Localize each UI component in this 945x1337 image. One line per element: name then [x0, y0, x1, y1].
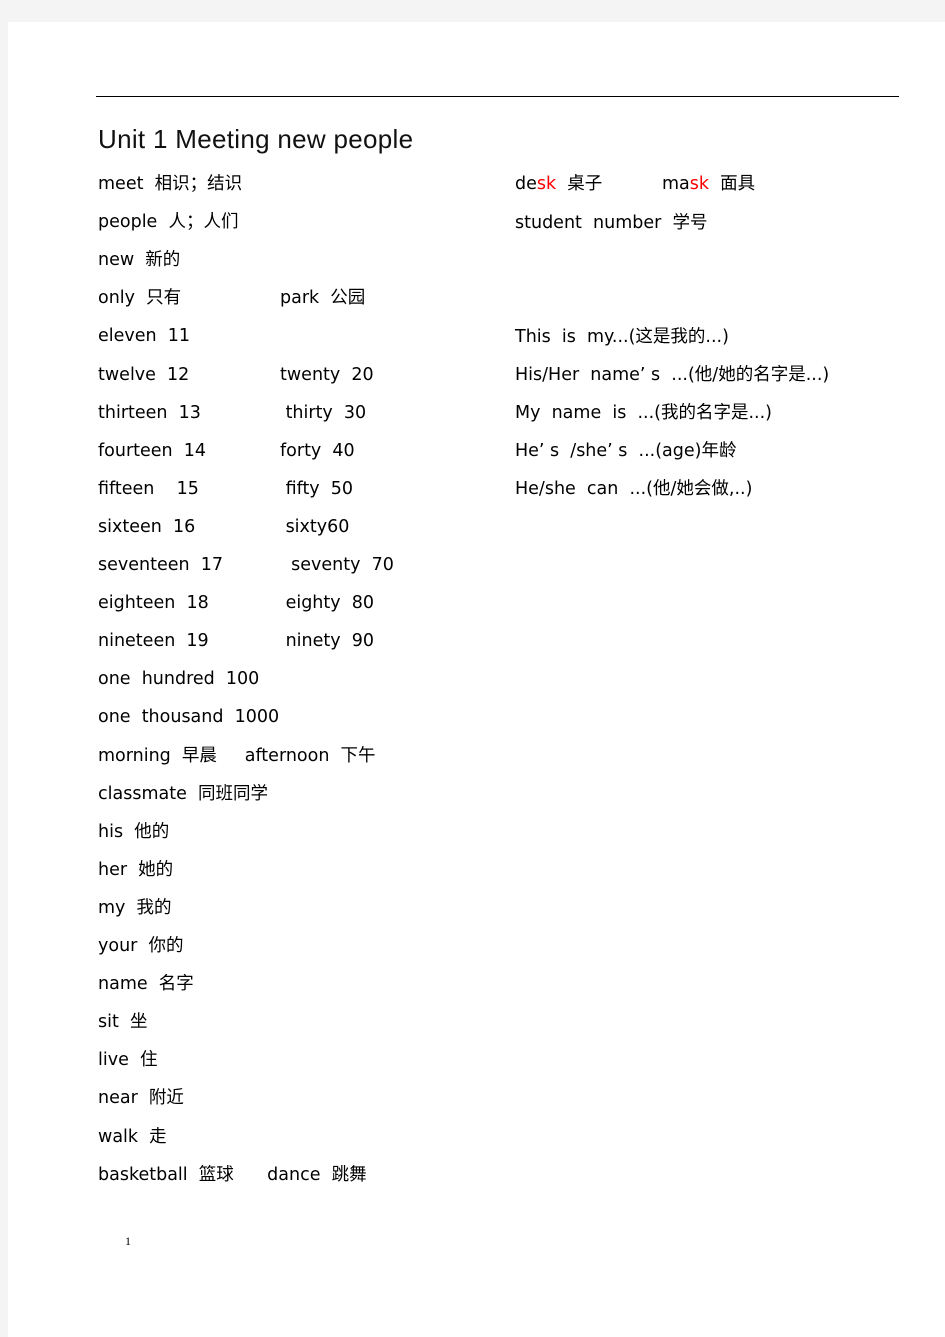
- vocab-item: seventeen 17: [98, 555, 223, 575]
- vocab-item: new 新的: [98, 250, 181, 271]
- vocab-item: your 你的: [98, 936, 184, 956]
- vocab-item: eleven 11: [98, 326, 191, 347]
- desk-highlight: sk: [536, 174, 557, 194]
- mask-prefix: ma: [662, 174, 690, 194]
- vocab-item: my 我的: [98, 897, 172, 918]
- vocab-item: nineteen 19: [98, 631, 209, 652]
- vocab-item: fifteen 15: [98, 478, 199, 499]
- phrase-item: He’ s /she’ s ...(age)年龄: [515, 441, 737, 462]
- vocab-item-secondary: sixty60: [280, 516, 350, 537]
- vocab-item: one hundred 100: [98, 669, 260, 690]
- vocab-student-number: student number 学号: [515, 213, 708, 233]
- vocab-item-secondary: ninety 90: [280, 631, 374, 652]
- vocab-item-secondary: seventy 70: [280, 555, 394, 575]
- vocab-item: fourteen 14: [98, 440, 207, 461]
- mask-highlight: sk: [689, 174, 710, 194]
- vocab-item: his 他的: [98, 821, 170, 842]
- desk-meaning: 桌子: [556, 174, 603, 194]
- vocab-item-secondary: fifty 50: [280, 478, 354, 499]
- vocab-item-secondary: forty 40: [280, 440, 355, 461]
- mask-meaning: 面具: [709, 174, 756, 194]
- phrase-item: This is my...(这是我的...): [515, 327, 729, 347]
- vocab-item-secondary: twenty 20: [280, 364, 374, 385]
- vocab-item: meet 相识；结识: [98, 174, 243, 194]
- vocab-item: only 只有: [98, 288, 182, 309]
- vocab-desk: desk 桌子: [515, 173, 602, 195]
- vocab-item: sit 坐: [98, 1012, 148, 1033]
- vocab-mask: mask 面具: [662, 173, 755, 195]
- vocab-item: sixteen 16: [98, 516, 196, 537]
- page-number: 1: [125, 1234, 131, 1248]
- vocab-item: her 她的: [98, 859, 174, 880]
- vocab-item: classmate 同班同学: [98, 783, 268, 804]
- vocab-item-secondary: eighty 80: [280, 593, 375, 614]
- desk-prefix: de: [515, 174, 537, 194]
- vocab-item: near 附近: [98, 1088, 184, 1109]
- vocab-item: basketball 篮球 dance 跳舞: [98, 1164, 367, 1185]
- vocab-item: walk 走: [98, 1126, 167, 1147]
- document-page: Unit 1 Meeting new people meet 相识；结识 peop…: [8, 22, 945, 1337]
- header-rule: [96, 96, 899, 97]
- vocab-item-secondary: thirty 30: [280, 402, 367, 423]
- vocab-item: morning 早晨 afternoon 下午: [98, 745, 376, 766]
- vocab-item: live 住: [98, 1050, 158, 1071]
- vocab-item: thirteen 13: [98, 402, 201, 423]
- vocab-item: one thousand 1000: [98, 707, 280, 728]
- phrase-item: His/Her name’ s ...(他/她的名字是...): [515, 365, 830, 386]
- phrase-item: He/she can ...(他/她会做,..): [515, 479, 753, 500]
- vocab-item-secondary: park 公园: [280, 288, 366, 309]
- vocab-item: twelve 12: [98, 364, 190, 385]
- unit-title: Unit 1 Meeting new people: [98, 124, 414, 154]
- vocab-item: name 名字: [98, 974, 194, 995]
- vocab-item: eighteen 18: [98, 593, 209, 614]
- phrase-item: My name is ...(我的名字是...): [515, 403, 772, 424]
- vocab-item: people 人；人们: [98, 212, 239, 233]
